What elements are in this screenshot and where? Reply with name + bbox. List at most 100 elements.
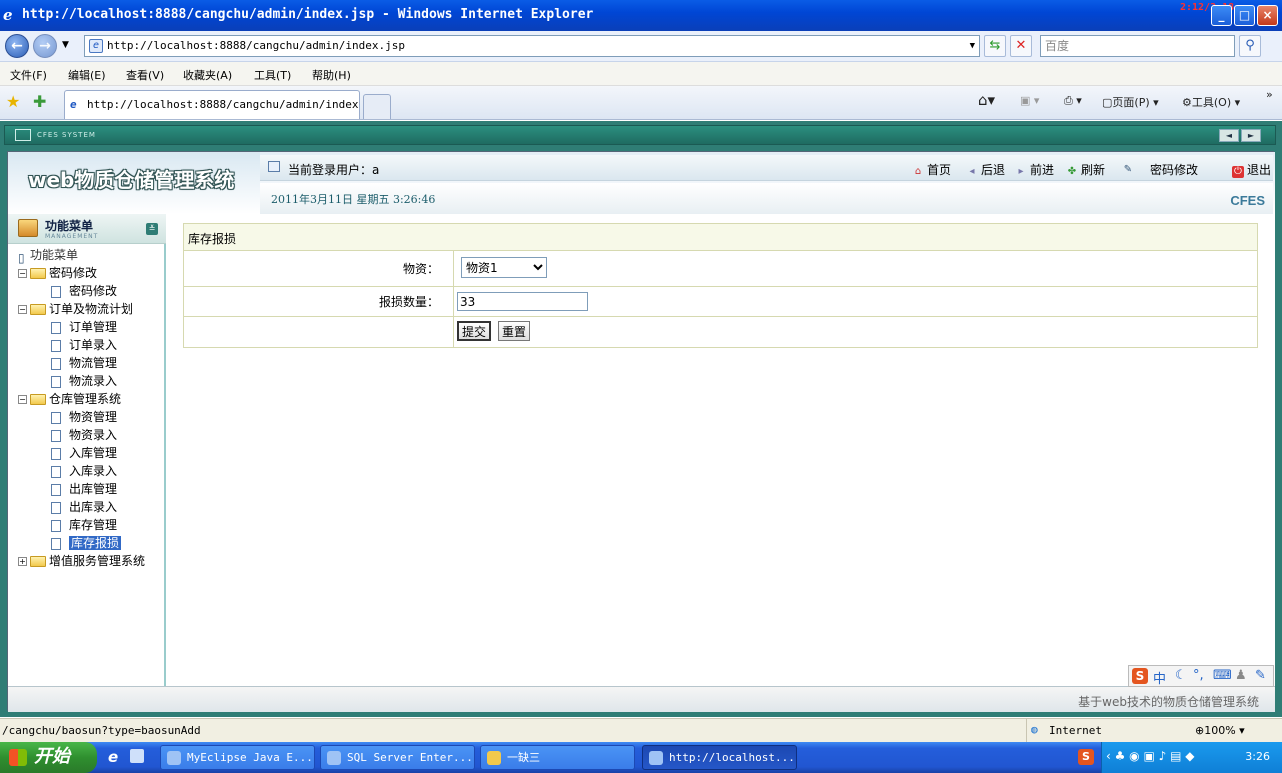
tab-label: http://localhost:8888/cangchu/admin/inde… (87, 98, 360, 111)
tab-current[interactable]: e http://localhost:8888/cangchu/admin/in… (64, 90, 360, 119)
sidebar-item-order-manage[interactable]: 订单管理 (51, 318, 117, 336)
status-text: /cangchu/baosun?type=baosunAdd (2, 724, 201, 737)
quantity-label: 报损数量： (184, 287, 454, 316)
maximize-button[interactable]: □ (1234, 5, 1255, 26)
tree-group-orders[interactable]: − 订单及物流计划 (18, 300, 133, 318)
stop-icon[interactable]: ✕ (1010, 35, 1032, 57)
tree-root: ▯ 功能菜单 (18, 248, 79, 265)
ime-toolbar[interactable]: S 中 ☾ °, ⌨ ♟ ✎ (1128, 665, 1274, 687)
minimize-button[interactable]: _ (1211, 5, 1232, 26)
document-icon (51, 465, 61, 478)
material-select[interactable]: 物资1 (461, 257, 547, 278)
folder-icon (30, 394, 46, 405)
sidebar-header: 功能菜单 MANAGEMENT ≚ (8, 214, 166, 244)
taskbar-item-sqlserver[interactable]: SQL Server Enter... (320, 745, 475, 770)
moon-icon[interactable]: ☾ (1175, 668, 1187, 683)
sogou-icon[interactable]: S (1132, 668, 1148, 684)
sidebar-item-stock-manage[interactable]: 库存管理 (51, 516, 117, 534)
wrench-icon[interactable]: ✎ (1255, 668, 1266, 683)
scroll-right-icon[interactable]: ► (1241, 129, 1261, 142)
tray-icons[interactable]: ‹ ♣ ◉ ▣ ♪ ▤ ◆ (1106, 749, 1194, 763)
document-icon (51, 501, 61, 514)
sidebar-item-material-add[interactable]: 物资录入 (51, 426, 117, 444)
sidebar-item-outbound-manage[interactable]: 出库管理 (51, 480, 117, 498)
menu-edit[interactable]: 编辑(E) (68, 67, 106, 83)
taskbar-item-folder[interactable]: 一缺三 (480, 745, 635, 770)
quantity-input[interactable] (457, 292, 588, 311)
menu-tools[interactable]: 工具(T) (254, 67, 291, 83)
ime-zh[interactable]: 中 (1153, 668, 1166, 687)
feeds-icon[interactable]: ▣ ▾ (1020, 94, 1039, 107)
header-toolbar: 当前登录用户：a ⌂ 首页 ◂ 后退 ▸ 前进 ✤ 刷新 ✎ 密码修改 ⏻ 退出 (260, 155, 1273, 181)
sidebar-item-logistics-manage[interactable]: 物流管理 (51, 354, 117, 372)
system-tray: ‹ ♣ ◉ ▣ ♪ ▤ ◆ 3:26 (1101, 742, 1282, 773)
buttons-row: 提交 重置 (184, 317, 1257, 347)
address-field[interactable]: e http://localhost:8888/cangchu/admin/in… (84, 35, 980, 57)
sidebar-item-inbound-add[interactable]: 入库录入 (51, 462, 117, 480)
forward-arrow-icon[interactable]: → (33, 34, 57, 58)
collapse-icon[interactable]: ≚ (146, 223, 158, 235)
taskbar: 开始 e MyEclipse Java E... SQL Server Ente… (0, 742, 1282, 773)
user-gray-icon[interactable]: ♟ (1235, 668, 1247, 683)
sidebar-item-inbound-manage[interactable]: 入库管理 (51, 444, 117, 462)
change-password-link[interactable]: 密码修改 (1150, 161, 1198, 178)
sidebar-item-password[interactable]: 密码修改 (51, 282, 117, 300)
sogou-tray-icon[interactable]: S (1078, 749, 1094, 765)
collapse-toggle-icon: − (18, 305, 27, 314)
quicklaunch-ie-icon[interactable]: e (108, 748, 118, 766)
address-dropdown-icon[interactable]: ▼ (970, 36, 975, 56)
keyboard-icon[interactable]: ⌨ (1213, 668, 1232, 683)
sidebar-item-order-add[interactable]: 订单录入 (51, 336, 117, 354)
menu-favorites[interactable]: 收藏夹(A) (183, 67, 232, 83)
search-input[interactable]: 百度 (1040, 35, 1235, 57)
refresh-link[interactable]: ✤ 刷新 (1066, 161, 1105, 178)
tree-group-password[interactable]: − 密码修改 (18, 264, 97, 282)
tree-group-value-added[interactable]: + 增值服务管理系统 (18, 552, 145, 570)
reset-button[interactable]: 重置 (498, 321, 531, 341)
zoom-level[interactable]: ⊕100% ▾ (1195, 724, 1245, 737)
tab-row: ★ ✚ e http://localhost:8888/cangchu/admi… (0, 86, 1282, 120)
scroll-left-icon[interactable]: ◄ (1219, 129, 1239, 142)
forward-link[interactable]: ▸ 前进 (1015, 161, 1054, 178)
refresh-icon[interactable]: ⇆ (984, 35, 1006, 57)
security-zone[interactable]: ◍ Internet (1026, 719, 1191, 743)
print-icon[interactable]: ⎙ ▾ (1064, 94, 1082, 108)
app-header: web物质仓储管理系统 当前登录用户：a ⌂ 首页 ◂ 后退 ▸ 前进 ✤ 刷新 ✎ 密… (8, 152, 1275, 214)
quicklaunch-app-icon[interactable] (130, 749, 144, 763)
sidebar-item-outbound-add[interactable]: 出库录入 (51, 498, 117, 516)
document-icon (51, 483, 61, 496)
favorites-star-icon[interactable]: ★ (6, 92, 20, 111)
taskbar-item-ie[interactable]: http://localhost... (642, 745, 797, 770)
tools-menu[interactable]: ⚙工具(O) ▾ (1182, 94, 1240, 110)
taskbar-item-myeclipse[interactable]: MyEclipse Java E... (160, 745, 315, 770)
submit-button[interactable]: 提交 (457, 321, 492, 341)
sidebar-item-logistics-add[interactable]: 物流录入 (51, 372, 117, 390)
sidebar-item-stock-loss[interactable]: 库存报损 (51, 534, 122, 552)
app-frame: CFES SYSTEM ◄ ► web物质仓储管理系统 当前登录用户：a ⌂ 首页… (0, 121, 1282, 717)
back-arrow-icon[interactable]: ← (5, 34, 29, 58)
computer-icon: ▯ (18, 250, 25, 265)
menu-file[interactable]: 文件(F) (10, 67, 47, 83)
start-button[interactable]: 开始 (0, 742, 97, 773)
home-icon[interactable]: ⌂▾ (978, 91, 995, 109)
folder-icon (30, 268, 46, 279)
new-tab-button[interactable] (363, 94, 391, 119)
material-label: 物资： (184, 251, 454, 286)
logout-link[interactable]: ⏻ 退出 (1232, 161, 1271, 178)
history-dropdown-icon[interactable]: ▼ (62, 40, 69, 50)
menu-view[interactable]: 查看(V) (126, 67, 164, 83)
tree-group-warehouse[interactable]: − 仓库管理系统 (18, 390, 121, 408)
search-icon[interactable]: ⚲ (1239, 35, 1261, 57)
back-link[interactable]: ◂ 后退 (966, 161, 1005, 178)
menu-help[interactable]: 帮助(H) (312, 67, 351, 83)
punct-icon[interactable]: °, (1193, 668, 1204, 683)
close-window-button[interactable]: × (1257, 5, 1278, 26)
page-menu[interactable]: ▢页面(P) ▾ (1102, 94, 1159, 110)
home-link[interactable]: ⌂ 首页 (912, 161, 951, 178)
stock-loss-form: 库存报损 物资： 物资1 报损数量： 提交 重置 (183, 223, 1258, 348)
more-chevron-icon[interactable]: » (1266, 88, 1273, 101)
ie-icon: e (3, 6, 13, 24)
add-favorite-icon[interactable]: ✚ (33, 92, 46, 111)
sidebar-item-material-manage[interactable]: 物资管理 (51, 408, 117, 426)
status-bar: /cangchu/baosun?type=baosunAdd ◍ Interne… (0, 718, 1282, 743)
